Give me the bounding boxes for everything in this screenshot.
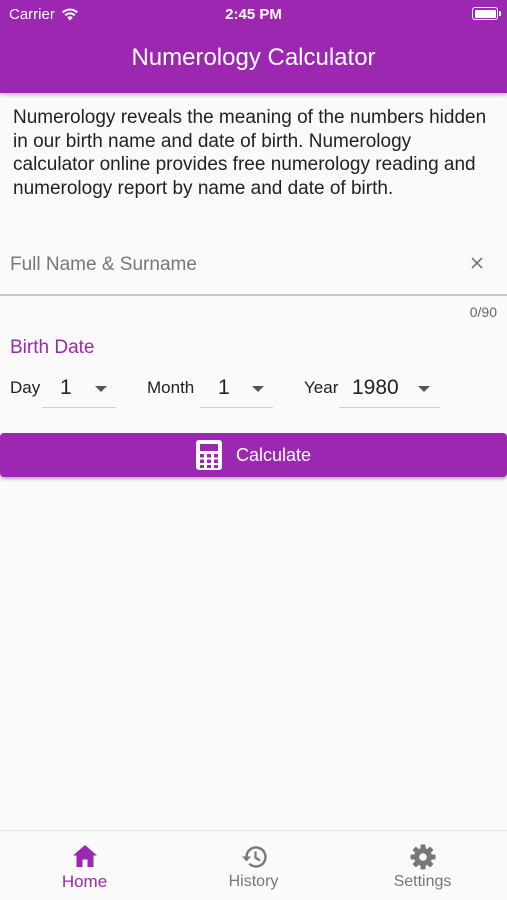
gear-icon	[410, 844, 435, 870]
bottom-navigation: Home History Settings	[0, 830, 507, 900]
chevron-down-icon	[95, 386, 107, 392]
battery-icon	[472, 7, 501, 20]
month-dropdown[interactable]: 1	[200, 370, 273, 408]
year-dropdown[interactable]: 1980	[339, 370, 440, 408]
day-value: 1	[60, 376, 72, 399]
month-label: Month	[147, 378, 195, 397]
full-name-input[interactable]	[10, 252, 450, 278]
calculate-button-label: Calculate	[235, 444, 312, 465]
nav-label-settings: Settings	[393, 873, 452, 890]
home-icon	[72, 845, 97, 867]
history-icon	[241, 846, 267, 868]
chevron-down-icon	[418, 386, 430, 392]
calculate-button[interactable]: Calculate	[0, 433, 507, 477]
birth-date-label: Birth Date	[10, 337, 95, 358]
status-time: 2:45 PM	[225, 6, 282, 23]
year-value: 1980	[352, 376, 399, 399]
nav-item-settings[interactable]: Settings	[338, 831, 507, 900]
calculator-icon	[195, 440, 222, 470]
status-bar: Carrier 2:45 PM	[0, 0, 507, 28]
nav-item-history[interactable]: History	[169, 831, 338, 900]
intro-text: Numerology reveals the meaning of the nu…	[13, 107, 487, 199]
nav-label-history: History	[228, 873, 279, 890]
character-counter: 0/90	[469, 304, 497, 320]
nav-label-home: Home	[61, 872, 108, 891]
close-icon[interactable]	[466, 252, 488, 274]
month-value: 1	[218, 376, 230, 399]
nav-item-home[interactable]: Home	[0, 831, 169, 900]
name-field-container	[0, 240, 507, 296]
app-bar: Carrier 2:45 PM Numerology Calculator	[0, 0, 507, 93]
year-label: Year	[304, 378, 339, 397]
day-label: Day	[10, 378, 41, 397]
day-dropdown[interactable]: 1	[42, 370, 116, 408]
chevron-down-icon	[252, 386, 264, 392]
page-title: Numerology Calculator	[131, 44, 376, 71]
